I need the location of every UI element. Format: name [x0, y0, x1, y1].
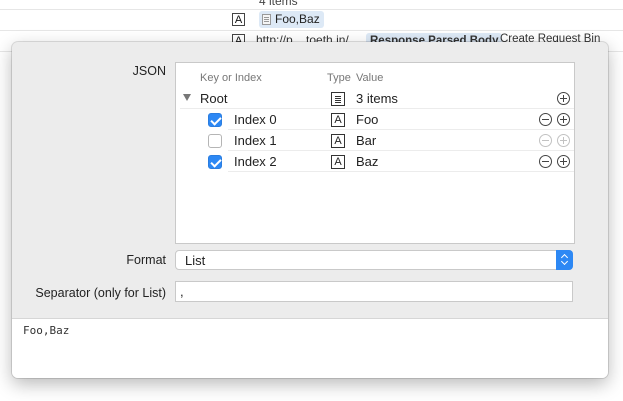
variable-token-label: Foo,Baz [275, 12, 320, 26]
background-row: 4 items [0, 0, 623, 10]
output-text: Foo,Baz [23, 324, 70, 337]
json-label: JSON [132, 64, 166, 78]
index-2-checkbox[interactable] [208, 155, 222, 169]
separator-input-value: , [180, 284, 184, 299]
table-row[interactable]: Index 1 A Bar [176, 131, 574, 151]
text-type-icon[interactable]: A [331, 134, 345, 148]
remove-item-button[interactable] [539, 134, 552, 147]
row-divider [228, 150, 574, 151]
list-icon[interactable] [331, 92, 345, 106]
index-0-checkbox[interactable] [208, 113, 222, 127]
column-header-value: Value [356, 72, 384, 84]
json-editor: Key or Index Type Value Root 3 items Ind… [175, 62, 575, 244]
row-divider [180, 108, 574, 109]
text-type-icon[interactable]: A [331, 155, 345, 169]
chevron-updown-icon[interactable] [556, 250, 573, 270]
root-key: Root [200, 91, 228, 106]
root-row[interactable]: Root 3 items [176, 89, 574, 109]
index-1-checkbox[interactable] [208, 134, 222, 148]
disclosure-triangle-icon[interactable] [183, 94, 191, 101]
format-select[interactable]: List [175, 250, 573, 270]
item-key: Index 0 [234, 112, 277, 127]
add-item-button[interactable] [557, 92, 570, 105]
item-value[interactable]: Foo [356, 112, 378, 127]
row-divider [228, 129, 574, 130]
item-value[interactable]: Baz [356, 154, 378, 169]
column-header-key: Key or Index [200, 72, 262, 84]
column-header-type: Type [327, 72, 351, 84]
item-key: Index 2 [234, 154, 277, 169]
row-divider [228, 171, 574, 172]
separator-label: Separator (only for List) [35, 286, 166, 300]
text-type-icon[interactable]: A [331, 113, 345, 127]
root-value: 3 items [356, 91, 398, 106]
background-row: A Foo,Baz [0, 10, 623, 31]
add-item-button[interactable] [557, 155, 570, 168]
remove-item-button[interactable] [539, 113, 552, 126]
output-preview: Foo,Baz [12, 318, 608, 378]
format-label: Format [126, 253, 166, 267]
json-popover: JSON Key or Index Type Value Root 3 item… [12, 42, 608, 378]
add-item-button[interactable] [557, 134, 570, 147]
add-item-button[interactable] [557, 113, 570, 126]
separator-input[interactable]: , [175, 281, 573, 302]
item-key: Index 1 [234, 133, 277, 148]
item-value[interactable]: Bar [356, 133, 376, 148]
format-select-value: List [185, 253, 206, 268]
variable-token[interactable]: Foo,Baz [259, 11, 324, 28]
document-icon [262, 14, 271, 25]
background-row-value: 4 items [259, 0, 298, 8]
remove-item-button[interactable] [539, 155, 552, 168]
text-type-icon: A [232, 13, 245, 26]
table-row[interactable]: Index 0 A Foo [176, 110, 574, 130]
table-row[interactable]: Index 2 A Baz [176, 152, 574, 172]
